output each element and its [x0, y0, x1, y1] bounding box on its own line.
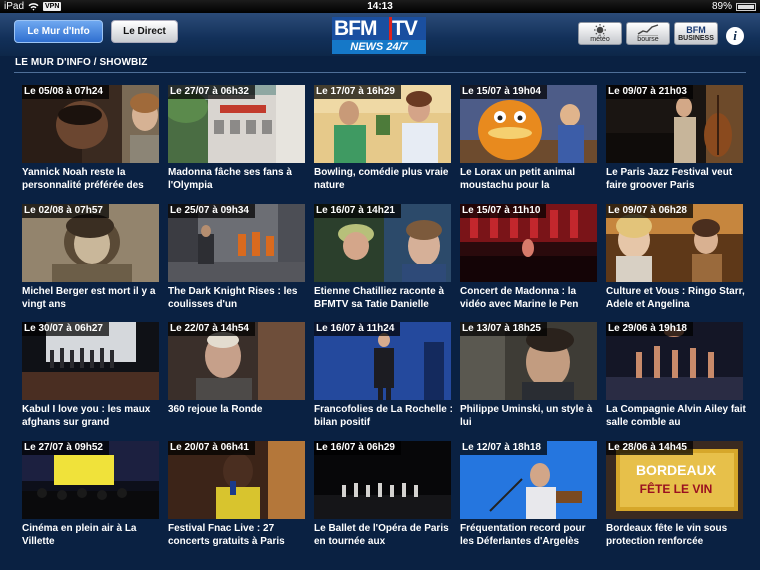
article-date: Le 27/07 à 06h32 — [168, 85, 255, 99]
article-title: La Compagnie Alvin Ailey fait salle comb… — [606, 404, 746, 428]
logo-tagline: NEWS 24/7 — [332, 40, 426, 54]
article-title: Michel Berger est mort il y a vingt ans — [22, 286, 156, 310]
article-tile[interactable]: Le 17/07 à 16h29 Bowling, comédie plus v… — [314, 85, 451, 195]
bourse-button[interactable]: bourse — [626, 22, 670, 45]
article-tile[interactable]: Le 30/07 à 06h27 Kabul I love you : les … — [22, 322, 159, 432]
battery-percent: 89% — [711, 1, 732, 12]
bfm-business-button[interactable]: BFM BUSINESS — [674, 22, 718, 45]
article-date: Le 16/07 à 14h21 — [314, 204, 401, 218]
article-tile[interactable]: Le 15/07 à 11h10 Concert de Madonna : la… — [460, 204, 597, 314]
status-right: 89% — [712, 0, 756, 13]
article-tile[interactable]: Le 22/07 à 14h54 360 rejoue la Ronde — [168, 322, 305, 432]
article-title: Etienne Chatilliez raconte à BFMTV sa Ta… — [314, 286, 445, 310]
article-date: Le 22/07 à 14h54 — [168, 322, 255, 336]
article-title: Bordeaux fête le vin sous protection ren… — [606, 523, 728, 547]
article-tile[interactable]: Le 05/08 à 07h24 Yannick Noah reste la p… — [22, 85, 159, 195]
article-date: Le 30/07 à 06h27 — [22, 322, 109, 336]
article-title: Cinéma en plein air à La Villette — [22, 523, 137, 547]
article-date: Le 02/08 à 07h57 — [22, 204, 109, 218]
article-date: Le 17/07 à 16h29 — [314, 85, 401, 99]
article-date: Le 16/07 à 11h24 — [314, 322, 401, 336]
article-date: Le 09/07 à 06h28 — [606, 204, 693, 218]
article-date: Le 29/06 à 19h18 — [606, 322, 693, 336]
top-bar: Le Mur d'Info Le Direct BFM TV NEWS 24/7… — [0, 13, 760, 56]
fete-le-vin-text: FÊTE LE VIN — [640, 481, 713, 496]
article-tile[interactable]: Le 27/07 à 06h32 Madonna fâche ses fans … — [168, 85, 305, 195]
article-date: Le 12/07 à 18h18 — [460, 441, 547, 455]
article-title: Madonna fâche ses fans à l'Olympia — [168, 167, 292, 191]
info-icon[interactable]: i — [726, 27, 744, 45]
article-tile[interactable]: Le 29/06 à 19h18 La Compagnie Alvin Aile… — [606, 322, 746, 432]
bordeaux-text: BORDEAUX — [636, 462, 717, 478]
article-date: Le 25/07 à 09h34 — [168, 204, 255, 218]
article-title: Bowling, comédie plus vraie nature — [314, 167, 449, 191]
section-divider — [14, 72, 746, 73]
article-date: Le 16/07 à 06h29 — [314, 441, 401, 455]
bfmtv-logo[interactable]: BFM TV NEWS 24/7 — [332, 17, 426, 54]
tab-mur-info[interactable]: Le Mur d'Info — [14, 20, 103, 43]
article-date: Le 15/07 à 11h10 — [460, 204, 547, 218]
article-date: Le 20/07 à 06h41 — [168, 441, 255, 455]
article-title: Yannick Noah reste la personnalité préfé… — [22, 167, 144, 191]
article-title: Le Lorax un petit animal moustachu pour … — [460, 167, 576, 191]
article-title: The Dark Knight Rises : les coulisses d'… — [168, 286, 298, 310]
article-tile[interactable]: Le 16/07 à 11h24 Francofolies de La Roch… — [314, 322, 453, 432]
article-tile[interactable]: Le 02/08 à 07h57 Michel Berger est mort … — [22, 204, 159, 314]
article-title: 360 rejoue la Ronde — [168, 404, 263, 415]
status-bar: iPad VPN 14:13 89% — [0, 0, 760, 13]
battery-icon — [736, 2, 756, 11]
article-title: Le Ballet de l'Opéra de Paris en tournée… — [314, 523, 449, 547]
article-date: Le 28/06 à 14h45 — [606, 441, 693, 455]
article-tile[interactable]: Le 09/07 à 21h03 Le Paris Jazz Festival … — [606, 85, 743, 195]
article-tile[interactable]: BORDEAUX FÊTE LE VIN Le 28/06 à 14h45 Bor… — [606, 441, 743, 551]
meteo-button[interactable]: météo — [578, 22, 622, 45]
article-tile[interactable]: Le 16/07 à 14h21 Etienne Chatilliez raco… — [314, 204, 451, 314]
article-title: Festival Fnac Live : 27 concerts gratuit… — [168, 523, 285, 547]
article-tile[interactable]: Le 25/07 à 09h34 The Dark Knight Rises :… — [168, 204, 305, 314]
bfm-business-logo: BFM — [686, 25, 706, 35]
article-date: Le 15/07 à 19h04 — [460, 85, 547, 99]
article-title: Le Paris Jazz Festival veut faire groove… — [606, 167, 733, 191]
section-title: LE MUR D'INFO / SHOWBIZ — [15, 57, 148, 68]
article-title: Concert de Madonna : la vidéo avec Marin… — [460, 286, 579, 310]
article-date: Le 05/08 à 07h24 — [22, 85, 109, 99]
article-title: Kabul I love you : les maux afghans sur … — [22, 404, 151, 428]
tab-direct[interactable]: Le Direct — [111, 20, 178, 43]
article-tile[interactable]: Le 12/07 à 18h18 Fréquentation record po… — [460, 441, 597, 551]
article-tile[interactable]: Le 20/07 à 06h41 Festival Fnac Live : 27… — [168, 441, 305, 551]
article-date: Le 09/07 à 21h03 — [606, 85, 693, 99]
article-tile[interactable]: Le 27/07 à 09h52 Cinéma en plein air à L… — [22, 441, 159, 551]
article-tile[interactable]: Le 15/07 à 19h04 Le Lorax un petit anima… — [460, 85, 597, 195]
stock-chart-icon — [637, 24, 659, 36]
article-date: Le 13/07 à 18h25 — [460, 322, 547, 336]
weather-sun-icon — [594, 24, 606, 36]
article-title: Philippe Uminski, un style à lui — [460, 404, 593, 428]
article-title: Culture et Vous : Ringo Starr, Adele et … — [606, 286, 745, 310]
article-date: Le 27/07 à 09h52 — [22, 441, 109, 455]
article-title: Francofolies de La Rochelle : bilan posi… — [314, 404, 453, 428]
status-clock: 14:13 — [367, 1, 393, 12]
article-tile[interactable]: Le 09/07 à 06h28 Culture et Vous : Ringo… — [606, 204, 745, 314]
article-tile[interactable]: Le 16/07 à 06h29 Le Ballet de l'Opéra de… — [314, 441, 451, 551]
article-title: Fréquentation record pour les Déferlante… — [460, 523, 586, 547]
article-tile[interactable]: Le 13/07 à 18h25 Philippe Uminski, un st… — [460, 322, 597, 432]
